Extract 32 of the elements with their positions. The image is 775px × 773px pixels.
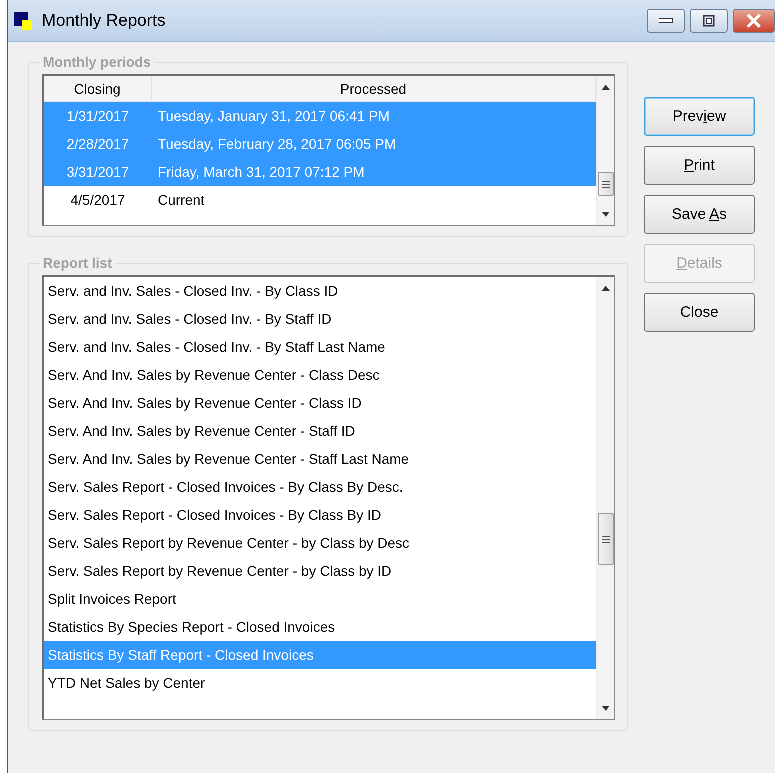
close-button[interactable] [733, 8, 775, 32]
group-title: Report list [42, 255, 114, 271]
closing-cell-text: 3/31/2017 [66, 164, 130, 180]
dialog-button[interactable]: Print [644, 146, 755, 185]
periods-list[interactable]: Closing Processed 1/31/2017 Tuesday, January 31, 2017 06:41 PM 2/28/2017 Tuesday, February 28, 2017 06:05 PM 3/31/2017 Friday, March 31, 2017 07:12 PM 4/5/2017 Current [42, 74, 615, 226]
group-title: Monthly periods [42, 54, 152, 70]
window-title: Monthly Reports [42, 10, 167, 30]
scroll-thumb[interactable] [598, 513, 614, 565]
scroll-up-icon[interactable] [602, 286, 610, 290]
processed-cell-text: Tuesday, February 28, 2017 06:05 PM [157, 136, 396, 152]
scroll-up-icon[interactable] [602, 84, 610, 90]
closing-cell-text: 4/5/2017 [70, 192, 126, 208]
scrollbar[interactable] [596, 277, 614, 719]
app-icon [14, 12, 32, 30]
maximize-button[interactable] [690, 8, 728, 32]
closing-cell-text: 2/28/2017 [66, 136, 130, 152]
minimize-icon [659, 18, 673, 24]
scroll-down-icon[interactable] [602, 212, 610, 216]
processed-cell-text: Current [157, 192, 205, 208]
column-header[interactable]: Closing [44, 76, 152, 101]
scroll-down-icon[interactable] [602, 706, 610, 710]
scrollbar[interactable] [596, 76, 614, 225]
maximize-icon [703, 14, 715, 26]
processed-cell-text: Friday, March 31, 2017 07:12 PM [157, 164, 365, 180]
dialog-button[interactable]: Close [644, 293, 755, 332]
minimize-button[interactable] [647, 8, 685, 32]
scroll-thumb[interactable] [598, 172, 614, 196]
close-icon [746, 14, 762, 28]
processed-cell-text: Tuesday, January 31, 2017 06:41 PM [157, 108, 390, 124]
closing-cell-text: 1/31/2017 [66, 108, 130, 124]
dialog-button[interactable]: Save As [644, 195, 755, 234]
dialog-button[interactable]: Preview [644, 97, 755, 136]
